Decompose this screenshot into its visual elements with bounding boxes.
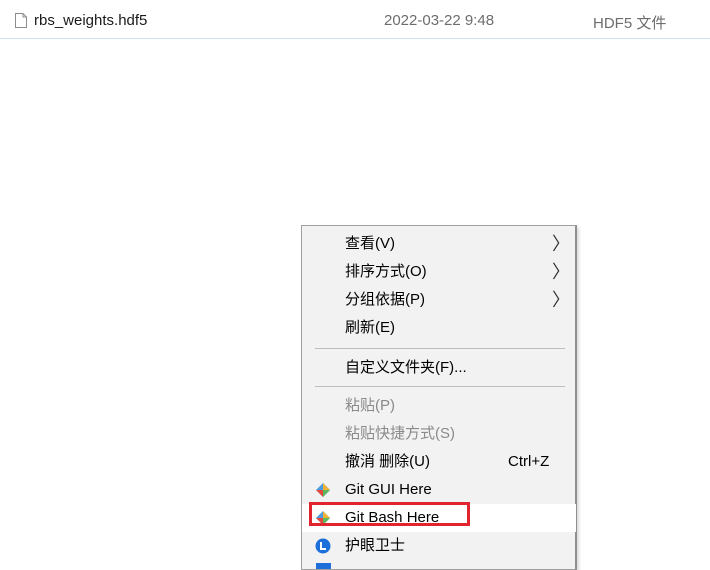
menu-item-eye-guard[interactable]: 护眼卫士: [302, 532, 576, 560]
file-name: rbs_weights.hdf5: [34, 12, 148, 29]
menu-item-label: 排序方式(O): [345, 263, 427, 280]
file-type: HDF5 文件: [593, 15, 667, 32]
menu-item-view[interactable]: 查看(V) 〉: [302, 230, 576, 258]
context-menu: 查看(V) 〉 排序方式(O) 〉 分组依据(P) 〉 刷新(E) 自定义文件夹…: [301, 225, 577, 570]
menu-item-sort-by[interactable]: 排序方式(O) 〉: [302, 258, 576, 286]
menu-item-paste-shortcut: 粘贴快捷方式(S): [302, 420, 576, 448]
chevron-right-icon: 〉: [552, 290, 570, 310]
menu-separator: [315, 348, 565, 349]
menu-item-label: 查看(V): [345, 235, 395, 252]
menu-item-label: Git GUI Here: [345, 481, 432, 498]
menu-item-paste: 粘贴(P): [302, 392, 576, 420]
chevron-right-icon: 〉: [552, 234, 570, 254]
menu-item-label: 分组依据(P): [345, 291, 425, 308]
file-icon: [15, 13, 27, 28]
file-row[interactable]: rbs_weights.hdf5 2022-03-22 9:48 HDF5 文件: [0, 0, 710, 39]
menu-item-label: 刷新(E): [345, 319, 395, 336]
menu-item-git-gui-here[interactable]: Git GUI Here: [302, 476, 576, 504]
menu-item-label: 粘贴(P): [345, 397, 395, 414]
menu-item-refresh[interactable]: 刷新(E): [302, 314, 576, 342]
chevron-right-icon: 〉: [552, 262, 570, 282]
eye-guard-icon: [315, 538, 331, 554]
menu-item-undo-delete[interactable]: 撤消 删除(U) Ctrl+Z: [302, 448, 576, 476]
highlight-box: [309, 502, 470, 526]
menu-item-group-by[interactable]: 分组依据(P) 〉: [302, 286, 576, 314]
menu-item-label: 自定义文件夹(F)...: [345, 359, 467, 376]
menu-item-shortcut: Ctrl+Z: [508, 453, 550, 470]
menu-item-label: 护眼卫士: [345, 537, 406, 554]
git-icon: [316, 483, 330, 497]
menu-item-label: 撤消 删除(U): [345, 453, 430, 470]
menu-item-customize-folder[interactable]: 自定义文件夹(F)...: [302, 354, 576, 382]
file-date: 2022-03-22 9:48: [384, 12, 495, 29]
menu-separator: [315, 386, 565, 387]
menu-item-label: 粘贴快捷方式(S): [345, 425, 455, 442]
